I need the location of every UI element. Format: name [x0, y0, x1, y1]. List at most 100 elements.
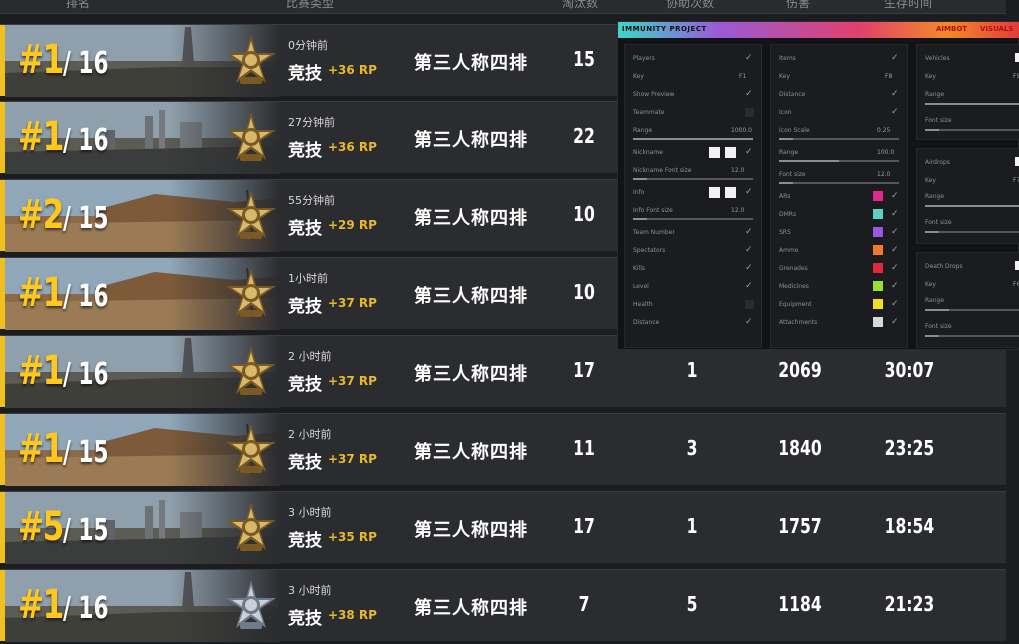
color-swatch[interactable]: [873, 299, 883, 309]
checkbox-checked[interactable]: ✓: [745, 90, 755, 99]
placement-total: / 15: [63, 513, 109, 548]
deathdrops-label: Death Drops: [925, 263, 963, 270]
airdrops-range-label: Range: [925, 193, 945, 200]
color-swatch[interactable]: [873, 209, 883, 219]
setting-label: Info Font size: [633, 207, 673, 214]
overlay-menu[interactable]: IMMUNITY PROJECT AIMBOT VISUALS Players ✓…: [617, 21, 1019, 350]
survival-value: 23:25: [884, 436, 935, 460]
slider-value: 12.0: [731, 207, 745, 214]
color-picker[interactable]: [725, 147, 736, 158]
checkbox-checked[interactable]: ✓: [891, 264, 901, 273]
overlay-title-bar[interactable]: IMMUNITY PROJECT AIMBOT VISUALS: [618, 22, 1019, 38]
queue-type: 第三人称四排: [414, 208, 528, 229]
checkbox-checked[interactable]: ✓: [891, 246, 901, 255]
setting-label: Items: [779, 55, 796, 62]
slider[interactable]: [633, 178, 753, 180]
setting-label: Show Preview: [633, 91, 675, 98]
color-swatch[interactable]: [873, 263, 883, 273]
slider[interactable]: [779, 182, 899, 184]
placement-rank: #2: [18, 192, 64, 238]
setting-label: Distance: [779, 91, 806, 98]
setting-label: Spectators: [633, 247, 666, 254]
color-swatch[interactable]: [873, 281, 883, 291]
color-picker[interactable]: [725, 187, 736, 198]
color-swatch[interactable]: [873, 245, 883, 255]
match-mode: 竞技: [288, 219, 322, 239]
table-row[interactable]: #1 / 16 3 小时前 竞技 +38 RP 第三人称四排 7 5 1184 …: [0, 569, 1006, 642]
placement-rank: #1: [18, 582, 64, 628]
airdrops-font-slider[interactable]: [925, 231, 1019, 233]
slider[interactable]: [779, 160, 899, 162]
rank-medal-icon: [222, 188, 280, 246]
checkbox-checked[interactable]: ✓: [745, 54, 755, 63]
table-row[interactable]: #5 / 15 3 小时前 竞技 +35 RP 第三人称四排 17 1 1757…: [0, 491, 1006, 564]
airdrops-checkbox[interactable]: [1015, 157, 1019, 166]
color-picker[interactable]: [709, 147, 720, 158]
checkbox-checked[interactable]: ✓: [891, 54, 901, 63]
vehicles-checkbox[interactable]: [1015, 53, 1019, 62]
vehicles-font-slider[interactable]: [925, 129, 1019, 131]
airdrops-key-value[interactable]: F7: [1013, 177, 1019, 184]
placement-rank: #5: [18, 504, 64, 550]
checkbox-checked[interactable]: ✓: [745, 264, 755, 273]
checkbox-checked[interactable]: ✓: [891, 300, 901, 309]
setting-label: Font size: [779, 171, 806, 178]
deathdrops-range-slider[interactable]: [925, 309, 1019, 311]
match-mode: 竞技: [288, 141, 322, 161]
overlay-title: IMMUNITY PROJECT: [622, 25, 707, 33]
airdrops-range-slider[interactable]: [925, 205, 1019, 207]
placement: #1 / 16: [18, 582, 127, 630]
placement-rank: #1: [18, 37, 64, 83]
rp-change: +35 RP: [328, 530, 377, 544]
table-row[interactable]: #1 / 15 2 小时前 竞技 +37 RP 第三人称四排 11 3 1840…: [0, 413, 1006, 486]
color-swatch[interactable]: [873, 317, 883, 327]
placement: #1 / 16: [18, 114, 127, 162]
keybind-value[interactable]: F1: [739, 73, 746, 80]
checkbox-checked[interactable]: ✓: [891, 192, 901, 201]
checkbox-checked[interactable]: ✓: [891, 282, 901, 291]
deathdrops-font-slider[interactable]: [925, 335, 1019, 337]
vehicles-range-slider[interactable]: [925, 103, 1019, 105]
checkbox-checked[interactable]: ✓: [745, 246, 755, 255]
deathdrops-checkbox[interactable]: [1015, 261, 1019, 270]
checkbox-checked[interactable]: ✓: [891, 108, 901, 117]
setting-label: Health: [633, 301, 653, 308]
slider[interactable]: [633, 218, 753, 220]
color-picker[interactable]: [709, 187, 720, 198]
checkbox-checked[interactable]: ✓: [891, 318, 901, 327]
checkbox-checked[interactable]: ✓: [745, 318, 755, 327]
slider[interactable]: [779, 138, 899, 140]
rp-change: +37 RP: [328, 374, 377, 388]
deathdrops-range-label: Range: [925, 297, 945, 304]
vehicles-key-value[interactable]: F9: [1013, 73, 1019, 80]
setting-label: Range: [779, 149, 799, 156]
slider-value: 0.25: [877, 127, 891, 134]
setting-label: Icon Scale: [779, 127, 810, 134]
kills-value: 10: [573, 202, 595, 226]
checkbox-checked[interactable]: ✓: [745, 188, 755, 197]
color-swatch[interactable]: [873, 227, 883, 237]
slider[interactable]: [633, 138, 753, 140]
checkbox-unchecked[interactable]: [745, 108, 754, 117]
header-survival: 生存时间: [884, 0, 933, 10]
match-time: 3 小时前: [288, 506, 332, 519]
match-time: 27分钟前: [288, 116, 335, 129]
checkbox-checked[interactable]: ✓: [891, 90, 901, 99]
vehicles-font-label: Font size: [925, 117, 952, 124]
setting-label: Nickname: [633, 149, 663, 156]
checkbox-checked[interactable]: ✓: [891, 228, 901, 237]
tab-aimbot[interactable]: AIMBOT: [936, 25, 967, 33]
deathdrops-key-value[interactable]: F6: [1013, 281, 1019, 288]
queue-type: 第三人称四排: [414, 364, 528, 385]
checkbox-checked[interactable]: ✓: [745, 282, 755, 291]
keybind-value[interactable]: F8: [885, 73, 892, 80]
checkbox-unchecked[interactable]: [745, 300, 754, 309]
tab-visuals[interactable]: VISUALS: [980, 25, 1013, 33]
checkbox-checked[interactable]: ✓: [745, 148, 755, 157]
color-swatch[interactable]: [873, 191, 883, 201]
kills-value: 7: [578, 592, 590, 616]
checkbox-checked[interactable]: ✓: [891, 210, 901, 219]
damage-value: 1840: [778, 436, 822, 460]
assists-value: 3: [686, 436, 698, 460]
checkbox-checked[interactable]: ✓: [745, 228, 755, 237]
